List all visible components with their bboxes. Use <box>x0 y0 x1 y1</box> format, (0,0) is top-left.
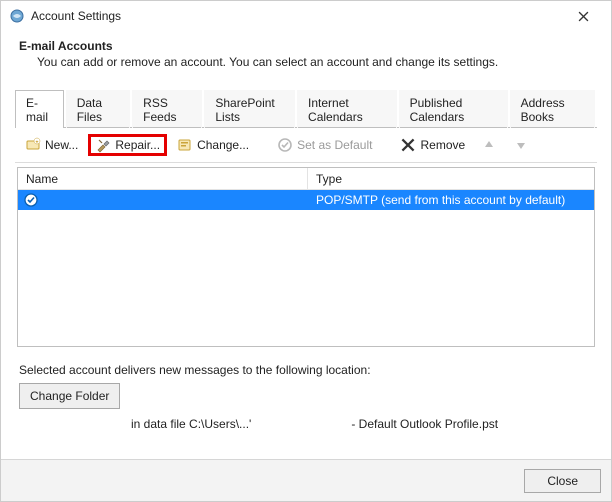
location-path: in data file C:\Users\...' <box>131 417 251 431</box>
repair-button[interactable]: Repair... <box>88 134 167 156</box>
new-label: New... <box>45 138 78 152</box>
tab-internet-calendars[interactable]: Internet Calendars <box>297 90 397 128</box>
change-icon <box>177 137 193 153</box>
move-down-button <box>507 135 535 155</box>
tabs-row: E-mail Data Files RSS Feeds SharePoint L… <box>15 89 597 128</box>
tab-sharepoint-lists[interactable]: SharePoint Lists <box>204 90 295 128</box>
repair-label: Repair... <box>115 138 160 152</box>
default-check-icon <box>24 193 38 207</box>
window-title: Account Settings <box>31 9 121 23</box>
tab-email[interactable]: E-mail <box>15 90 64 128</box>
tab-data-files[interactable]: Data Files <box>66 90 130 128</box>
change-folder-button[interactable]: Change Folder <box>19 383 120 409</box>
header-title: E-mail Accounts <box>19 39 593 53</box>
set-default-button: Set as Default <box>271 135 378 155</box>
remove-label: Remove <box>420 138 465 152</box>
app-icon <box>9 8 25 24</box>
window-close-button[interactable] <box>563 1 603 31</box>
new-icon: ✦ <box>25 137 41 153</box>
arrow-up-icon <box>481 137 497 153</box>
change-button[interactable]: Change... <box>171 135 255 155</box>
change-label: Change... <box>197 138 249 152</box>
accounts-list: Name Type POP/SMTP (send from this accou… <box>17 167 595 347</box>
account-row[interactable]: POP/SMTP (send from this account by defa… <box>18 190 594 210</box>
set-default-label: Set as Default <box>297 138 372 152</box>
delivers-text: Selected account delivers new messages t… <box>19 363 593 377</box>
move-up-button <box>475 135 503 155</box>
titlebar: Account Settings <box>1 1 611 31</box>
tab-address-books[interactable]: Address Books <box>510 90 595 128</box>
location-line: in data file C:\Users\...' - Default Out… <box>131 417 593 431</box>
tab-published-calendars[interactable]: Published Calendars <box>399 90 508 128</box>
new-button[interactable]: ✦ New... <box>19 135 84 155</box>
toolbar: ✦ New... Repair... <box>15 128 597 163</box>
tab-rss-feeds[interactable]: RSS Feeds <box>132 90 202 128</box>
remove-icon <box>400 137 416 153</box>
repair-icon <box>95 137 111 153</box>
svg-text:✦: ✦ <box>35 140 39 146</box>
column-type[interactable]: Type <box>308 168 594 189</box>
column-name[interactable]: Name <box>18 168 308 189</box>
remove-button[interactable]: Remove <box>394 135 471 155</box>
header-description: You can add or remove an account. You ca… <box>37 55 593 69</box>
header-block: E-mail Accounts You can add or remove an… <box>1 31 611 83</box>
set-default-icon <box>277 137 293 153</box>
bottom-bar: Close <box>1 459 611 501</box>
arrow-down-icon <box>513 137 529 153</box>
account-row-name <box>18 193 308 207</box>
close-button[interactable]: Close <box>524 469 601 493</box>
account-settings-window: Account Settings E-mail Accounts You can… <box>0 0 612 502</box>
account-row-type: POP/SMTP (send from this account by defa… <box>308 193 594 207</box>
footer-info: Selected account delivers new messages t… <box>15 347 597 439</box>
location-profile: - Default Outlook Profile.pst <box>351 417 498 431</box>
close-icon <box>578 11 589 22</box>
content-area: E-mail Data Files RSS Feeds SharePoint L… <box>1 83 611 459</box>
list-header: Name Type <box>18 168 594 190</box>
